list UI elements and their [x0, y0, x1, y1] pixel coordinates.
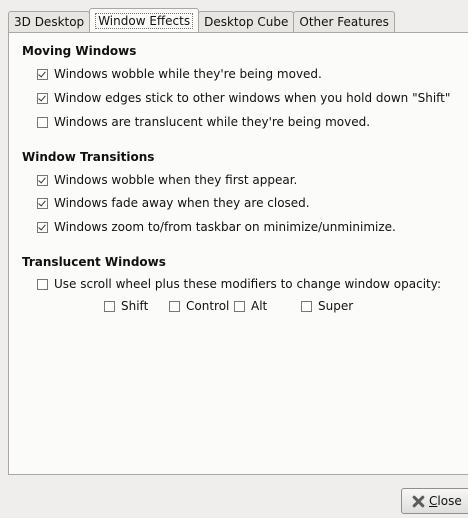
tab-label: Window Effects — [95, 12, 194, 29]
checkbox-modifier-super[interactable]: Super — [301, 299, 353, 313]
checkbox-translucent-moved[interactable]: Windows are translucent while they're be… — [37, 114, 370, 130]
checkbox-label: Windows wobble while they're being moved… — [54, 67, 322, 81]
checkbox-box[interactable] — [37, 221, 48, 233]
section-title-moving-windows: Moving Windows — [22, 44, 137, 58]
checkbox-label: Shift — [121, 299, 149, 313]
tab-panel: Moving Windows Windows wobble while they… — [8, 32, 468, 475]
close-button-label: Close — [429, 494, 462, 508]
checkbox-label: Control — [186, 299, 230, 313]
checkbox-wobble-appear[interactable]: Windows wobble when they first appear. — [37, 172, 297, 188]
section-title-window-transitions: Window Transitions — [22, 150, 155, 164]
checkbox-label: Super — [318, 299, 354, 313]
checkbox-box[interactable] — [301, 300, 312, 312]
tab-desktop-cube[interactable]: Desktop Cube — [198, 11, 295, 32]
checkbox-label: Windows fade away when they are closed. — [54, 196, 310, 210]
tab-label: Other Features — [299, 15, 389, 29]
section-title-translucent-windows: Translucent Windows — [22, 255, 166, 269]
checkbox-modifier-control[interactable]: Control — [169, 299, 229, 313]
checkbox-box[interactable] — [234, 300, 245, 312]
checkbox-box[interactable] — [37, 68, 48, 80]
close-label-rest: lose — [437, 494, 462, 508]
tab-label: 3D Desktop — [14, 15, 85, 29]
checkbox-label: Alt — [251, 299, 268, 313]
close-button[interactable]: Close — [401, 488, 468, 514]
checkbox-box[interactable] — [169, 300, 180, 312]
checkbox-box[interactable] — [104, 300, 115, 312]
tab-label: Desktop Cube — [204, 15, 289, 29]
checkbox-label: Windows are translucent while they're be… — [54, 115, 371, 129]
checkbox-label: Window edges stick to other windows when… — [54, 91, 451, 105]
checkbox-box[interactable] — [37, 278, 48, 290]
close-icon — [412, 495, 425, 508]
checkbox-box[interactable] — [37, 116, 48, 128]
tab-other-features[interactable]: Other Features — [293, 11, 395, 32]
checkbox-label: Use scroll wheel plus these modifiers to… — [54, 277, 441, 291]
checkbox-modifier-shift[interactable]: Shift — [104, 299, 148, 313]
checkbox-edges-stick[interactable]: Window edges stick to other windows when… — [37, 90, 450, 106]
tab-bar: 3D Desktop Window Effects Desktop Cube O… — [8, 8, 395, 32]
checkbox-box[interactable] — [37, 92, 48, 104]
checkbox-wobble-moved[interactable]: Windows wobble while they're being moved… — [37, 66, 322, 82]
checkbox-box[interactable] — [37, 197, 48, 209]
checkbox-zoom-taskbar[interactable]: Windows zoom to/from taskbar on minimize… — [37, 219, 396, 235]
checkbox-fade-closed[interactable]: Windows fade away when they are closed. — [37, 195, 310, 211]
tab-window-effects[interactable]: Window Effects — [89, 8, 200, 32]
checkbox-modifier-alt[interactable]: Alt — [234, 299, 267, 313]
checkbox-box[interactable] — [37, 174, 48, 186]
checkbox-label: Windows wobble when they first appear. — [54, 173, 298, 187]
checkbox-label: Windows zoom to/from taskbar on minimize… — [54, 220, 396, 234]
checkbox-scroll-wheel-opacity[interactable]: Use scroll wheel plus these modifiers to… — [37, 276, 441, 292]
tab-3d-desktop[interactable]: 3D Desktop — [8, 11, 91, 32]
